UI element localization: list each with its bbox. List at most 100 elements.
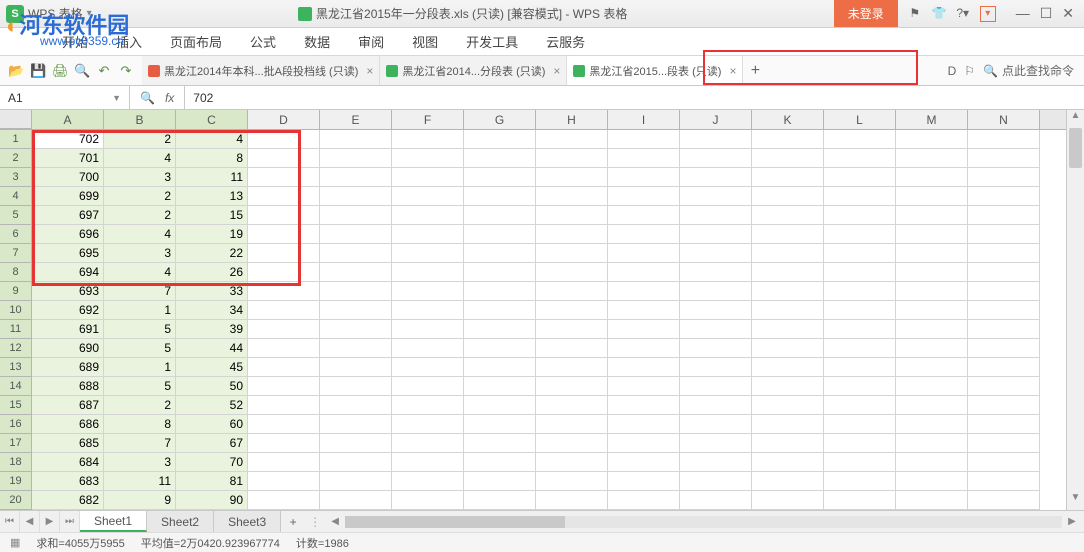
cell[interactable] <box>248 130 320 149</box>
row-header[interactable]: 5 <box>0 206 32 225</box>
cell[interactable] <box>752 244 824 263</box>
cell[interactable] <box>680 225 752 244</box>
cell[interactable]: 701 <box>32 149 104 168</box>
cell[interactable]: 687 <box>32 396 104 415</box>
cell[interactable] <box>896 415 968 434</box>
row-header[interactable]: 7 <box>0 244 32 263</box>
menu-formula[interactable]: 公式 <box>236 32 290 51</box>
cell[interactable]: 34 <box>176 301 248 320</box>
cell[interactable] <box>968 320 1040 339</box>
add-tab-button[interactable]: + <box>743 56 767 85</box>
cell[interactable] <box>464 472 536 491</box>
cell[interactable] <box>824 301 896 320</box>
save-icon[interactable]: 💾 <box>30 63 46 79</box>
scroll-up-icon[interactable]: ▲ <box>1067 110 1084 128</box>
cell[interactable] <box>320 358 392 377</box>
cell[interactable] <box>248 358 320 377</box>
cell[interactable] <box>464 453 536 472</box>
row-header[interactable]: 19 <box>0 472 32 491</box>
cell[interactable] <box>680 339 752 358</box>
cell[interactable] <box>824 225 896 244</box>
col-header-C[interactable]: C <box>176 110 248 129</box>
add-sheet-button[interactable]: + <box>281 511 305 532</box>
cell[interactable] <box>752 225 824 244</box>
cell[interactable] <box>680 472 752 491</box>
cell[interactable] <box>320 130 392 149</box>
hscroll-thumb[interactable] <box>345 516 565 528</box>
cell[interactable]: 15 <box>176 206 248 225</box>
cell[interactable] <box>608 434 680 453</box>
redo-icon[interactable]: ↷ <box>118 63 134 79</box>
cell[interactable] <box>320 377 392 396</box>
cell[interactable] <box>464 377 536 396</box>
cell[interactable] <box>608 130 680 149</box>
cell[interactable] <box>392 282 464 301</box>
row-header[interactable]: 16 <box>0 415 32 434</box>
vscroll-thumb[interactable] <box>1069 128 1082 168</box>
row-header[interactable]: 20 <box>0 491 32 510</box>
cell[interactable] <box>464 168 536 187</box>
cells-area[interactable]: 7022470148700311699213697215696419695322… <box>32 130 1066 510</box>
cell[interactable] <box>392 225 464 244</box>
cell[interactable] <box>608 453 680 472</box>
cell[interactable] <box>320 206 392 225</box>
menu-data[interactable]: 数据 <box>290 32 344 51</box>
cell[interactable] <box>824 263 896 282</box>
cell[interactable] <box>896 263 968 282</box>
cell[interactable] <box>464 358 536 377</box>
cell[interactable] <box>608 301 680 320</box>
cell[interactable] <box>896 358 968 377</box>
cell[interactable] <box>248 244 320 263</box>
col-header-A[interactable]: A <box>32 110 104 129</box>
cell[interactable] <box>896 168 968 187</box>
cell[interactable]: 33 <box>176 282 248 301</box>
cell[interactable] <box>320 472 392 491</box>
cell[interactable] <box>320 301 392 320</box>
cell[interactable]: 4 <box>176 130 248 149</box>
hscroll-track[interactable] <box>345 516 1062 528</box>
cell[interactable] <box>896 244 968 263</box>
cell[interactable] <box>464 225 536 244</box>
name-box[interactable]: A1 ▼ <box>0 86 130 109</box>
cell[interactable] <box>608 263 680 282</box>
cell[interactable] <box>824 415 896 434</box>
cell[interactable] <box>536 168 608 187</box>
cell[interactable] <box>608 358 680 377</box>
cell[interactable] <box>968 491 1040 510</box>
sheet-tab-1[interactable]: Sheet1 <box>80 511 147 532</box>
cell[interactable]: 60 <box>176 415 248 434</box>
cell[interactable]: 39 <box>176 320 248 339</box>
cell[interactable] <box>968 301 1040 320</box>
undo-icon[interactable]: ↶ <box>96 63 112 79</box>
cell[interactable] <box>680 206 752 225</box>
cell[interactable]: 11 <box>176 168 248 187</box>
cell[interactable] <box>752 301 824 320</box>
cell[interactable] <box>608 320 680 339</box>
cell[interactable]: 45 <box>176 358 248 377</box>
cell[interactable] <box>608 415 680 434</box>
cell[interactable] <box>752 149 824 168</box>
cell[interactable] <box>896 301 968 320</box>
cell[interactable] <box>680 415 752 434</box>
vertical-scrollbar[interactable]: ▲ ▼ <box>1066 110 1084 510</box>
cell[interactable]: 2 <box>104 130 176 149</box>
cell[interactable] <box>608 282 680 301</box>
cell[interactable] <box>392 301 464 320</box>
flag-icon[interactable]: ⚐ <box>964 64 975 78</box>
cell[interactable]: 699 <box>32 187 104 206</box>
cell[interactable] <box>392 244 464 263</box>
row-header[interactable]: 10 <box>0 301 32 320</box>
col-header-N[interactable]: N <box>968 110 1040 129</box>
cell[interactable] <box>536 320 608 339</box>
cell[interactable] <box>392 187 464 206</box>
cell[interactable]: 3 <box>104 168 176 187</box>
row-header[interactable]: 11 <box>0 320 32 339</box>
cell[interactable] <box>752 320 824 339</box>
cell[interactable] <box>752 282 824 301</box>
cell[interactable] <box>968 339 1040 358</box>
cell[interactable] <box>536 206 608 225</box>
cell[interactable] <box>680 320 752 339</box>
cell[interactable] <box>464 320 536 339</box>
cell[interactable] <box>824 244 896 263</box>
cell[interactable]: 44 <box>176 339 248 358</box>
